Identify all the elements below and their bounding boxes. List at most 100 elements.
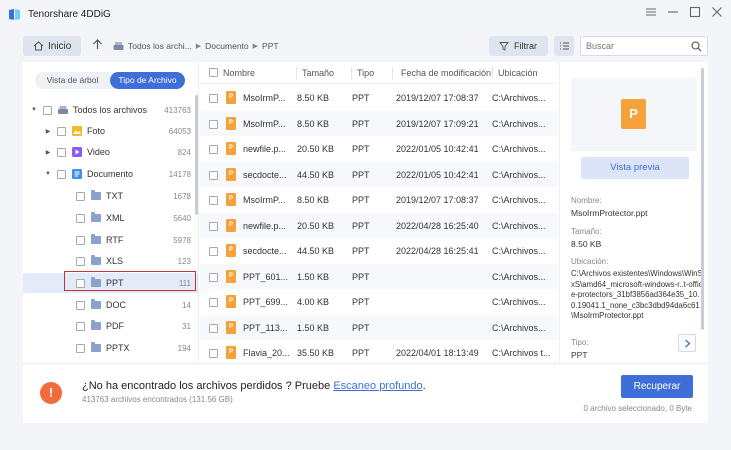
tree-item-xml[interactable]: XML 5640 [23, 208, 198, 228]
preview-button[interactable]: Vista previa [581, 157, 689, 179]
filter-button[interactable]: Filtrar [489, 36, 548, 56]
select-all-checkbox[interactable] [209, 68, 218, 77]
table-row[interactable]: P PPT_113... 1.50 KB PPT C:\Archivos... [200, 314, 558, 340]
folder-icon [91, 255, 101, 265]
tree-item-xls[interactable]: XLS 123 [23, 251, 198, 271]
table-row[interactable]: Pnewfile.p... 20.50 KB PPT 2022/01/05 10:42… [200, 136, 558, 162]
row-checkbox[interactable] [209, 349, 218, 358]
table-row[interactable]: P PPT_601... 1.50 KB PPT C:\Archivos... [200, 263, 558, 289]
tree-item-all-files[interactable]: ▼ Todos los archivos 413763 [23, 100, 198, 120]
video-icon [72, 147, 82, 157]
tree-item-count: 64053 [168, 126, 191, 136]
cell-date: 2022/01/05 10:42:41 [396, 169, 479, 180]
row-checkbox[interactable] [209, 323, 218, 333]
column-header-size[interactable]: Tamaño [302, 68, 334, 78]
column-divider[interactable] [492, 67, 493, 79]
up-arrow-icon[interactable] [90, 38, 104, 52]
cell-size: 20.50 KB [297, 220, 335, 231]
breadcrumb-item[interactable]: Documento [205, 41, 248, 51]
checkbox[interactable] [57, 126, 66, 136]
column-header-date[interactable]: Fecha de modificación [401, 68, 491, 78]
checkbox[interactable] [76, 235, 85, 245]
list-view-button[interactable] [554, 36, 574, 56]
chevron-right-icon [684, 339, 690, 347]
tab-tree-view[interactable]: Vista de árbol [35, 72, 110, 89]
checkbox[interactable] [43, 105, 52, 115]
table-row[interactable]: P MsoIrmP... 8.50 KB PPT 2019/12/07 17:08:37… [200, 85, 558, 111]
recover-button[interactable]: Recuperar [621, 375, 693, 398]
checkbox[interactable] [57, 169, 66, 179]
cell-location: C:\Archivos... [492, 297, 546, 307]
row-checkbox[interactable] [209, 247, 218, 256]
table-header: Nombre Tamaño Tipo Fecha de modificación… [200, 62, 558, 84]
row-checkbox[interactable] [209, 272, 218, 282]
folder-icon [91, 299, 101, 309]
row-checkbox[interactable] [209, 119, 218, 129]
maximize-icon[interactable] [687, 6, 703, 22]
scrollbar[interactable] [701, 68, 704, 330]
row-checkbox[interactable] [209, 196, 218, 205]
row-checkbox[interactable] [209, 145, 218, 154]
checkbox[interactable] [76, 343, 85, 353]
close-icon[interactable] [709, 6, 725, 22]
deep-scan-link[interactable]: Escaneo profundo [333, 380, 422, 392]
home-button[interactable]: Inicio [23, 36, 81, 56]
search-icon[interactable] [691, 41, 702, 52]
checkbox[interactable] [76, 321, 85, 331]
main-panel: Vista de árbol Tipo de Archivo ▼ Todos l… [23, 62, 708, 362]
tree-item-rtf[interactable]: RTF 5978 [23, 230, 198, 250]
tree-item-doc[interactable]: DOC 14 [23, 295, 198, 315]
message-text: ¿No ha encontrado los archivos perdidos … [82, 380, 334, 392]
cell-type: PPT [352, 322, 370, 333]
menu-icon[interactable] [643, 6, 659, 22]
checkbox[interactable] [76, 191, 85, 201]
cell-type: PPT [352, 297, 370, 307]
tree-item-video[interactable]: ▶ Video 824 [23, 142, 198, 162]
cell-size: 20.50 KB [297, 144, 335, 154]
column-header-location[interactable]: Ubicación [498, 68, 538, 78]
row-checkbox[interactable] [209, 94, 218, 103]
tree-item-pptx[interactable]: PPTX 194 [23, 338, 198, 358]
table-row[interactable]: P PPT_699... 4.00 KB PPT C:\Archivos... [200, 289, 558, 315]
column-header-name[interactable]: Nombre [223, 68, 255, 78]
expand-down-icon[interactable]: ▼ [29, 107, 39, 113]
detail-name-value: MsoIrmProtector.ppt [571, 208, 648, 218]
minimize-icon[interactable] [665, 6, 681, 22]
table-row[interactable]: Psecdocte... 44.50 KB PPT 2022/04/28 16:25:… [200, 238, 558, 264]
column-divider[interactable] [296, 67, 297, 79]
tab-file-type[interactable]: Tipo de Archivo [110, 72, 185, 89]
scrollbar[interactable] [195, 95, 198, 215]
checkbox[interactable] [76, 213, 85, 223]
row-checkbox[interactable] [209, 221, 218, 231]
search-input[interactable] [586, 41, 686, 51]
cell-type: PPT [352, 246, 370, 256]
next-button[interactable] [678, 334, 696, 352]
cell-type: PPT [352, 348, 370, 358]
column-divider[interactable] [392, 67, 393, 79]
ppt-file-icon: P [226, 167, 236, 181]
checkbox[interactable] [57, 147, 66, 157]
row-checkbox[interactable] [209, 298, 218, 307]
expand-right-icon[interactable]: ▶ [43, 149, 53, 156]
tree-item-photo[interactable]: ▶ Foto 64053 [23, 121, 198, 141]
checkbox[interactable] [76, 300, 85, 310]
table-row[interactable]: Psecdocte... 44.50 KB PPT 2022/01/05 10:42:… [200, 161, 558, 187]
cell-name: MsoIrmP... [243, 195, 286, 205]
column-divider[interactable] [351, 67, 352, 79]
expand-right-icon[interactable]: ▶ [43, 128, 53, 135]
tree-item-label: XML [106, 213, 125, 223]
table-row[interactable]: Pnewfile.p... 20.50 KB PPT 2022/04/28 16:25… [200, 212, 558, 238]
tree-item-txt[interactable]: TXT 1678 [23, 186, 198, 206]
table-row[interactable]: P MsoIrmP... 8.50 KB PPT 2019/12/07 17:09:21… [200, 110, 558, 136]
row-checkbox[interactable] [209, 170, 218, 180]
expand-down-icon[interactable]: ▼ [43, 171, 53, 177]
tree-item-pdf[interactable]: PDF 31 [23, 316, 198, 336]
checkbox[interactable] [76, 256, 85, 266]
column-header-type[interactable]: Tipo [357, 68, 374, 78]
tree-item-document[interactable]: ▼ Documento 14178 [23, 164, 198, 184]
cell-location: C:\Archivos... [492, 169, 546, 180]
breadcrumb-item[interactable]: PPT [262, 41, 279, 51]
breadcrumb-item[interactable]: Todos los archi... [128, 41, 192, 51]
table-row[interactable]: P Flavia_20... 35.50 KB PPT 2022/04/01 18:13… [200, 340, 558, 362]
table-row[interactable]: P MsoIrmP... 8.50 KB PPT 2019/12/07 17:08:37… [200, 187, 558, 213]
